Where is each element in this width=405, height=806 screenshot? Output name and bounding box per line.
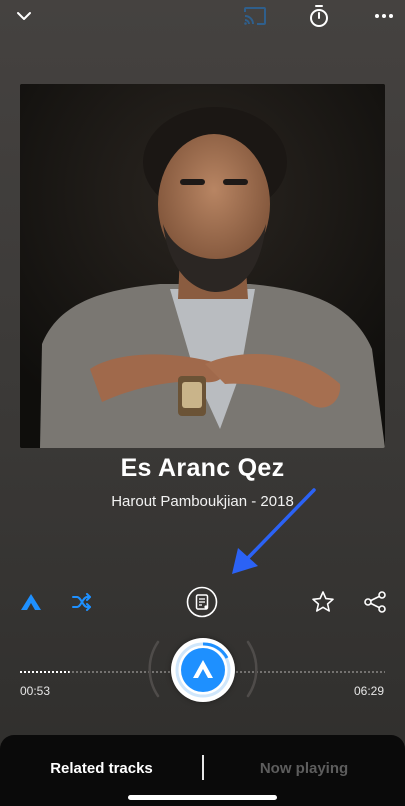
more-icon <box>375 14 393 18</box>
autoplay-button[interactable] <box>15 586 47 618</box>
track-artist-year: Harout Pamboukjian - 2018 <box>111 493 294 510</box>
chevron-down-icon <box>17 12 31 20</box>
star-icon <box>312 591 334 612</box>
share-button[interactable] <box>359 586 391 618</box>
tab-now-playing[interactable]: Now playing <box>203 760 405 777</box>
sleep-timer-button[interactable] <box>305 0 333 32</box>
play-pause-button[interactable] <box>171 638 235 702</box>
shuffle-icon <box>72 593 91 611</box>
album-artwork <box>20 84 385 448</box>
artist-portrait <box>20 84 385 448</box>
autoplay-icon <box>21 594 41 610</box>
collapse-button[interactable] <box>10 0 38 32</box>
favorite-button[interactable] <box>307 586 339 618</box>
share-icon <box>364 591 386 613</box>
cast-button[interactable] <box>240 0 270 32</box>
elapsed-time: 00:53 <box>20 684 51 698</box>
more-options-button[interactable] <box>370 0 398 32</box>
lyrics-button[interactable] <box>186 586 218 618</box>
home-indicator <box>128 795 277 800</box>
play-icon <box>175 642 231 698</box>
tab-related-tracks[interactable]: Related tracks <box>0 760 203 777</box>
annotation-arrow <box>232 488 316 574</box>
cast-icon <box>244 7 266 25</box>
track-title: Es Aranc Qez <box>120 454 285 482</box>
bottom-tab-bar: Related tracks Now playing <box>0 735 405 806</box>
shuffle-button[interactable] <box>66 586 98 618</box>
timer-icon <box>310 5 328 27</box>
lyrics-icon <box>186 586 218 618</box>
total-duration: 06:29 <box>353 684 384 698</box>
